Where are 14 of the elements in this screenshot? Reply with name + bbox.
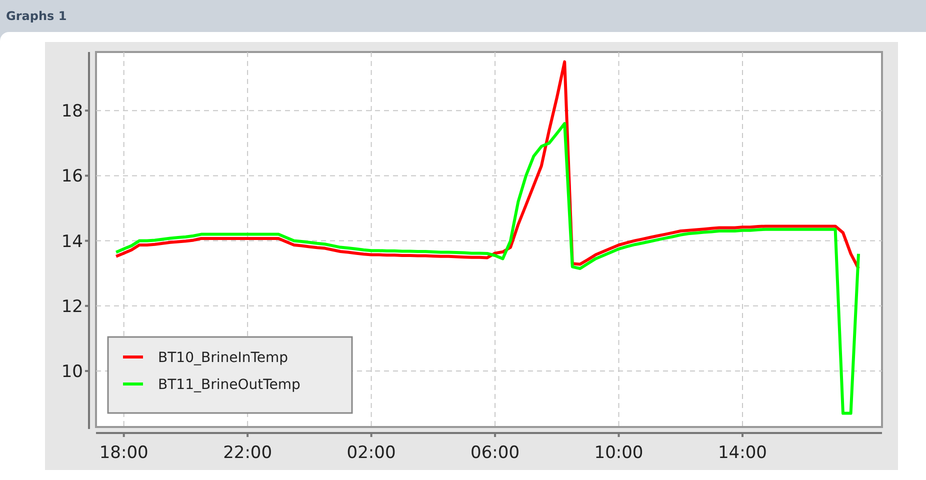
x-tick-label: 18:00 (99, 443, 148, 463)
x-tick-label: 10:00 (594, 443, 644, 463)
x-tick-label: 02:00 (346, 443, 396, 463)
x-tick-label: 22:00 (223, 443, 272, 463)
y-tick-label: 14 (61, 232, 83, 252)
legend-label: BT11_BrineOutTemp (158, 377, 300, 393)
y-tick-label: 10 (61, 362, 83, 382)
y-tick-label: 18 (61, 102, 83, 122)
legend-label: BT10_BrineInTemp (158, 350, 288, 366)
y-tick-label: 16 (61, 166, 83, 187)
y-tick-label: 12 (61, 296, 83, 317)
panel-title: Graphs 1 (6, 9, 67, 23)
x-tick-label: 06:00 (470, 443, 520, 463)
x-tick-label: 14:00 (718, 443, 767, 463)
